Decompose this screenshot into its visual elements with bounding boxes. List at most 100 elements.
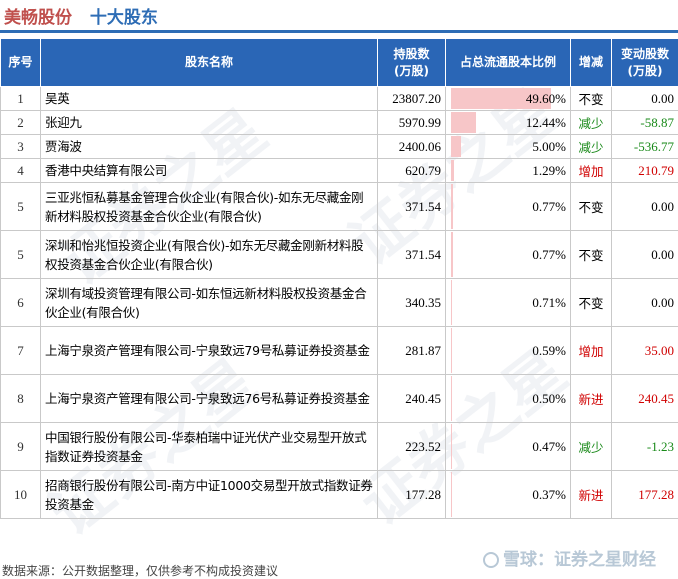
- ratio-bar: [451, 136, 462, 157]
- change-status: 新进: [570, 374, 612, 423]
- col-header-delta: 变动股数 (万股): [611, 38, 678, 87]
- ratio-bar: [451, 112, 477, 133]
- ratio-label: 0.50%: [532, 390, 566, 406]
- row-index: 5: [0, 182, 41, 231]
- holding-ratio: 0.77%: [445, 230, 571, 279]
- change-amount: 35.00: [611, 326, 678, 375]
- holding-ratio: 1.29%: [445, 158, 571, 183]
- shareholder-name: 吴英: [40, 86, 378, 111]
- xueqiu-logo-icon: [483, 552, 499, 568]
- shares-held: 177.28: [377, 470, 446, 519]
- ratio-bar: [451, 160, 454, 181]
- shareholders-table: 序号 股东名称 持股数 (万股) 占总流通股本比例 增减 变动股数 (万股) 1 吴英…: [0, 38, 678, 519]
- change-status: 不变: [570, 182, 612, 231]
- table-row: 10 招商银行股份有限公司-南方中证1000交易型开放式指数证券投资基金 177.2…: [0, 470, 678, 519]
- ratio-bar: [451, 184, 453, 229]
- change-amount: 0.00: [611, 230, 678, 279]
- holding-ratio: 0.71%: [445, 278, 571, 327]
- page-title: 美畅股份 十大股东: [4, 3, 158, 28]
- row-index: 1: [0, 86, 41, 111]
- holding-ratio: 49.60%: [445, 86, 571, 111]
- ratio-bar: [451, 328, 453, 373]
- holding-ratio: 0.77%: [445, 182, 571, 231]
- company-name: 美畅股份: [4, 8, 72, 28]
- shares-held: 371.54: [377, 230, 446, 279]
- row-index: 3: [0, 134, 41, 159]
- table-row: 7 上海宁泉资产管理有限公司-宁泉致远79号私募证券投资基金 281.87 0.59%…: [0, 326, 678, 375]
- table-row: 1 吴英 23807.20 49.60% 不变 0.00: [0, 86, 678, 111]
- ratio-label: 1.29%: [532, 162, 566, 178]
- holding-ratio: 0.59%: [445, 326, 571, 375]
- change-status: 不变: [570, 86, 612, 111]
- col-header-change: 增减: [570, 38, 612, 87]
- shareholder-name: 上海宁泉资产管理有限公司-宁泉致远79号私募证券投资基金: [40, 326, 378, 375]
- shares-held: 340.35: [377, 278, 446, 327]
- change-amount: 0.00: [611, 278, 678, 327]
- change-amount: -536.77: [611, 134, 678, 159]
- change-amount: 0.00: [611, 182, 678, 231]
- watermark-text: 雪球：证券之星财经: [503, 550, 656, 570]
- section-heading: 十大股东: [89, 8, 158, 28]
- shareholder-name: 招商银行股份有限公司-南方中证1000交易型开放式指数证券投资基金: [40, 470, 378, 519]
- col-header-ratio: 占总流通股本比例: [445, 38, 571, 87]
- shareholder-name: 张迎九: [40, 110, 378, 135]
- change-amount: -58.87: [611, 110, 678, 135]
- table-row: 6 深圳有域投资管理有限公司-如东恒远新材料股权投资基金合伙企业(有限合伙) 340…: [0, 278, 678, 327]
- ratio-bar: [451, 376, 452, 421]
- shareholder-name: 香港中央结算有限公司: [40, 158, 378, 183]
- row-index: 5: [0, 230, 41, 279]
- row-index: 4: [0, 158, 41, 183]
- change-amount: 0.00: [611, 86, 678, 111]
- change-status: 新进: [570, 470, 612, 519]
- col-header-shares: 持股数 (万股): [377, 38, 446, 87]
- ratio-label: 0.37%: [532, 486, 566, 502]
- row-index: 6: [0, 278, 41, 327]
- ratio-label: 0.77%: [532, 246, 566, 262]
- table-row: 4 香港中央结算有限公司 620.79 1.29% 增加 210.79: [0, 158, 678, 183]
- change-amount: 210.79: [611, 158, 678, 183]
- table-header-row: 序号 股东名称 持股数 (万股) 占总流通股本比例 增减 变动股数 (万股): [0, 38, 678, 87]
- holding-ratio: 12.44%: [445, 110, 571, 135]
- change-status: 减少: [570, 110, 612, 135]
- shares-held: 2400.06: [377, 134, 446, 159]
- row-index: 9: [0, 422, 41, 471]
- table-row: 5 深圳和怡兆恒投资企业(有限合伙)-如东无尽藏金刚新材料股权投资基金合伙企业(有…: [0, 230, 678, 279]
- shareholder-name: 中国银行股份有限公司-华泰柏瑞中证光伏产业交易型开放式指数证券投资基金: [40, 422, 378, 471]
- xueqiu-watermark: 雪球：证券之星财经: [483, 545, 656, 570]
- change-status: 不变: [570, 278, 612, 327]
- ratio-label: 12.44%: [525, 114, 566, 130]
- shares-held: 240.45: [377, 374, 446, 423]
- ratio-label: 5.00%: [532, 138, 566, 154]
- ratio-label: 49.60%: [525, 90, 566, 106]
- change-status: 减少: [570, 422, 612, 471]
- change-amount: -1.23: [611, 422, 678, 471]
- ratio-bar: [451, 424, 452, 469]
- table-row: 3 贾海波 2400.06 5.00% 减少 -536.77: [0, 134, 678, 159]
- holding-ratio: 0.47%: [445, 422, 571, 471]
- change-status: 不变: [570, 230, 612, 279]
- ratio-bar: [451, 472, 452, 517]
- table-body: 1 吴英 23807.20 49.60% 不变 0.00 2 张迎九 5970.99 12.44%…: [0, 86, 678, 519]
- row-index: 10: [0, 470, 41, 519]
- table-row: 9 中国银行股份有限公司-华泰柏瑞中证光伏产业交易型开放式指数证券投资基金 223.…: [0, 422, 678, 471]
- change-status: 减少: [570, 134, 612, 159]
- shareholder-name: 三亚兆恒私募基金管理合伙企业(有限合伙)-如东无尽藏金刚新材料股权投资基金合伙企…: [40, 182, 378, 231]
- change-amount: 177.28: [611, 470, 678, 519]
- shareholder-name: 贾海波: [40, 134, 378, 159]
- shareholder-name: 上海宁泉资产管理有限公司-宁泉致远76号私募证券投资基金: [40, 374, 378, 423]
- table-row: 2 张迎九 5970.99 12.44% 减少 -58.87: [0, 110, 678, 135]
- col-header-index: 序号: [0, 38, 41, 87]
- shares-held: 5970.99: [377, 110, 446, 135]
- ratio-bar: [451, 280, 453, 325]
- ratio-label: 0.59%: [532, 342, 566, 358]
- data-source-note: 数据来源：公开数据整理，仅供参考不构成投资建议: [2, 564, 279, 578]
- change-status: 增加: [570, 326, 612, 375]
- change-status: 增加: [570, 158, 612, 183]
- title-underline: [0, 30, 678, 33]
- shares-held: 620.79: [377, 158, 446, 183]
- table-row: 5 三亚兆恒私募基金管理合伙企业(有限合伙)-如东无尽藏金刚新材料股权投资基金合伙…: [0, 182, 678, 231]
- change-amount: 240.45: [611, 374, 678, 423]
- ratio-label: 0.71%: [532, 294, 566, 310]
- holding-ratio: 0.37%: [445, 470, 571, 519]
- shares-held: 23807.20: [377, 86, 446, 111]
